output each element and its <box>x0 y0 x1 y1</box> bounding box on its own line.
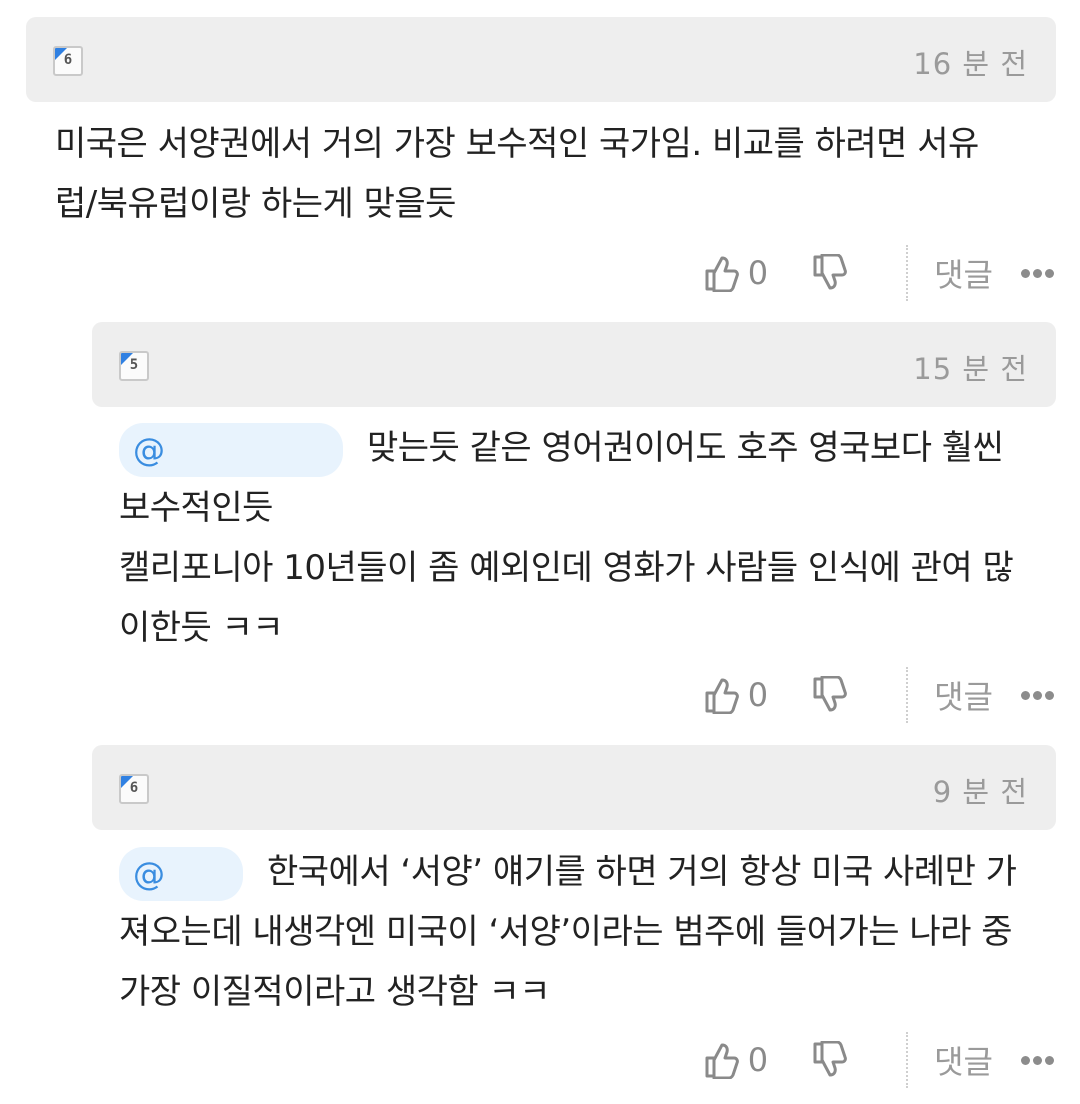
user-level: 6 <box>129 780 139 796</box>
mention-tag[interactable]: @ <box>119 422 343 477</box>
divider <box>906 1032 909 1088</box>
user-level: 5 <box>129 357 139 373</box>
comment-timestamp: 16 분 전 <box>913 47 1028 81</box>
comment-line: 캘리포니아 10년들이 좀 예외인데 영화가 사람들 인식에 관여 많 <box>119 548 1014 588</box>
divider <box>906 667 909 723</box>
comment-line: 럽/북유럽이랑 하는게 맞을듯 <box>55 184 456 224</box>
comment-header: 6 16 분 전 <box>26 17 1056 102</box>
more-options-icon[interactable] <box>1021 690 1054 700</box>
mention-tag[interactable]: @ <box>119 846 243 901</box>
comment-timestamp: 9 분 전 <box>932 775 1028 809</box>
thumbs-up-icon[interactable] <box>704 676 740 714</box>
thumbs-up-icon[interactable] <box>704 254 740 292</box>
reply-button[interactable]: 댓글 <box>934 1037 993 1083</box>
user-level-badge-icon: 5 <box>119 351 149 381</box>
user-level-badge-icon: 6 <box>53 46 83 76</box>
thumbs-up-icon[interactable] <box>704 1041 740 1079</box>
comment-line: 가장 이질적이라고 생각함 ㅋㅋ <box>119 972 551 1012</box>
thumbs-down-icon[interactable] <box>812 254 848 292</box>
comment-line: 져오는데 내생각엔 미국이 ‘서양’이라는 범주에 들어가는 나라 중 <box>119 912 1013 952</box>
comment-line: @ 맞는듯 같은 영어권이어도 호주 영국보다 훨씬 <box>119 418 1013 478</box>
comment-line: 이한듯 ㅋㅋ <box>119 608 284 648</box>
comment-body: @ 한국에서 ‘서양’ 얘기를 하면 거의 항상 미국 사례만 가 져오는데 내생… <box>119 842 1017 1022</box>
comment-actions: 0 댓글 <box>704 665 1054 725</box>
comment-actions: 0 댓글 <box>704 1030 1054 1090</box>
comment-header: 6 9 분 전 <box>92 745 1056 830</box>
reply-button[interactable]: 댓글 <box>934 250 993 296</box>
like-count: 0 <box>747 676 769 714</box>
comment-body: 미국은 서양권에서 거의 가장 보수적인 국가임. 비교를 하려면 서유 럽/북… <box>55 114 979 234</box>
comment-line: 보수적인듯 <box>119 488 273 528</box>
comment-actions: 0 댓글 <box>704 243 1054 303</box>
comment-header: 5 15 분 전 <box>92 322 1056 407</box>
comment-body: @ 맞는듯 같은 영어권이어도 호주 영국보다 훨씬 보수적인듯 캘리포니아 10… <box>119 418 1014 658</box>
comment-timestamp: 15 분 전 <box>913 352 1028 386</box>
comment-line: @ 한국에서 ‘서양’ 얘기를 하면 거의 항상 미국 사례만 가 <box>119 842 1017 902</box>
comment-line: 미국은 서양권에서 거의 가장 보수적인 국가임. 비교를 하려면 서유 <box>55 124 979 164</box>
like-count: 0 <box>747 254 769 292</box>
user-level-badge-icon: 6 <box>119 774 149 804</box>
like-count: 0 <box>747 1041 769 1079</box>
thumbs-down-icon[interactable] <box>812 676 848 714</box>
more-options-icon[interactable] <box>1021 1055 1054 1065</box>
user-level: 6 <box>63 52 73 68</box>
divider <box>906 245 909 301</box>
reply-button[interactable]: 댓글 <box>934 672 993 718</box>
more-options-icon[interactable] <box>1021 268 1054 278</box>
thumbs-down-icon[interactable] <box>812 1041 848 1079</box>
